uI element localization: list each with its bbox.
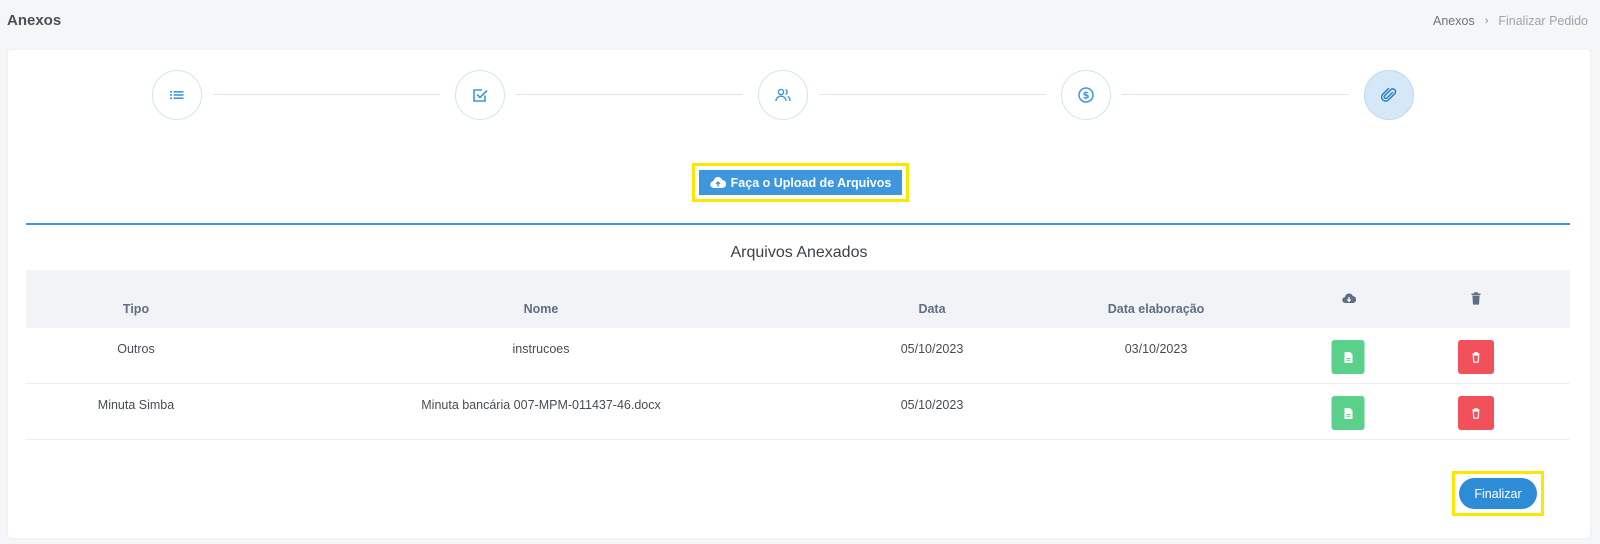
breadcrumb-item-anexos[interactable]: Anexos <box>1433 14 1475 28</box>
checkbox-icon <box>473 89 488 102</box>
wizard-stepper: $ <box>8 50 1590 150</box>
main-card: $ Faça o Upload de Arquivos Arquivos Ane… <box>8 50 1590 538</box>
delete-file-button[interactable] <box>1458 340 1494 374</box>
column-header-nome: Nome <box>523 302 559 316</box>
page-title: Anexos <box>7 12 62 29</box>
delete-file-button[interactable] <box>1458 396 1494 430</box>
upload-files-label: Faça o Upload de Arquivos <box>730 175 892 190</box>
upload-highlight: Faça o Upload de Arquivos <box>692 163 909 202</box>
step-connector <box>213 94 440 95</box>
section-divider <box>26 223 1570 225</box>
upload-files-button[interactable]: Faça o Upload de Arquivos <box>699 170 902 195</box>
step-list[interactable] <box>152 70 202 120</box>
step-connector <box>819 94 1046 95</box>
column-header-data: Data <box>918 302 946 316</box>
chevron-right-icon: › <box>1484 15 1489 27</box>
cell-tipo: Minuta Simba <box>97 398 175 412</box>
list-icon <box>170 91 184 99</box>
trash-icon <box>1472 407 1480 419</box>
top-bar: Anexos Anexos › Finalizar Pedido <box>0 0 1600 44</box>
step-checkbox[interactable] <box>455 70 505 120</box>
file-icon <box>1344 351 1352 363</box>
column-header-tipo: Tipo <box>122 302 150 316</box>
column-header-data-elaboracao: Data elaboração <box>1107 302 1205 316</box>
finalize-button[interactable]: Finalizar <box>1459 478 1537 509</box>
breadcrumb: Anexos › Finalizar Pedido <box>1433 14 1588 28</box>
download-file-button[interactable] <box>1331 396 1365 430</box>
dollar-icon: $ <box>1078 87 1094 103</box>
step-connector <box>1122 94 1349 95</box>
step-connector <box>516 94 743 95</box>
cell-data-elaboracao: 03/10/2023 <box>1124 342 1188 356</box>
step-payment[interactable]: $ <box>1061 70 1111 120</box>
cell-tipo: Outros <box>117 342 155 356</box>
users-icon <box>775 88 791 102</box>
cloud-download-icon <box>1342 292 1357 310</box>
trash-icon <box>1469 292 1483 310</box>
download-file-button[interactable] <box>1331 340 1365 374</box>
file-icon <box>1344 407 1352 419</box>
attachments-title: Arquivos Anexados <box>730 244 868 261</box>
cell-data: 05/10/2023 <box>900 398 964 412</box>
cell-data: 05/10/2023 <box>900 342 964 356</box>
table-header: Tipo Nome Data Data elaboração <box>26 270 1570 328</box>
step-attachments[interactable] <box>1364 70 1414 120</box>
trash-icon <box>1472 351 1480 363</box>
step-users[interactable] <box>758 70 808 120</box>
paperclip-icon <box>1380 87 1397 102</box>
cell-nome: instrucoes <box>512 342 570 356</box>
finalize-highlight: Finalizar <box>1452 471 1544 516</box>
cloud-upload-icon <box>709 177 726 189</box>
svg-text:$: $ <box>1083 91 1090 102</box>
breadcrumb-item-finalizar-pedido: Finalizar Pedido <box>1498 14 1588 28</box>
cell-nome: Minuta bancária 007-MPM-011437-46.docx <box>421 398 661 412</box>
table-row: Minuta Simba Minuta bancária 007-MPM-011… <box>26 384 1570 440</box>
table-row: Outros instrucoes 05/10/2023 03/10/2023 <box>26 328 1570 384</box>
